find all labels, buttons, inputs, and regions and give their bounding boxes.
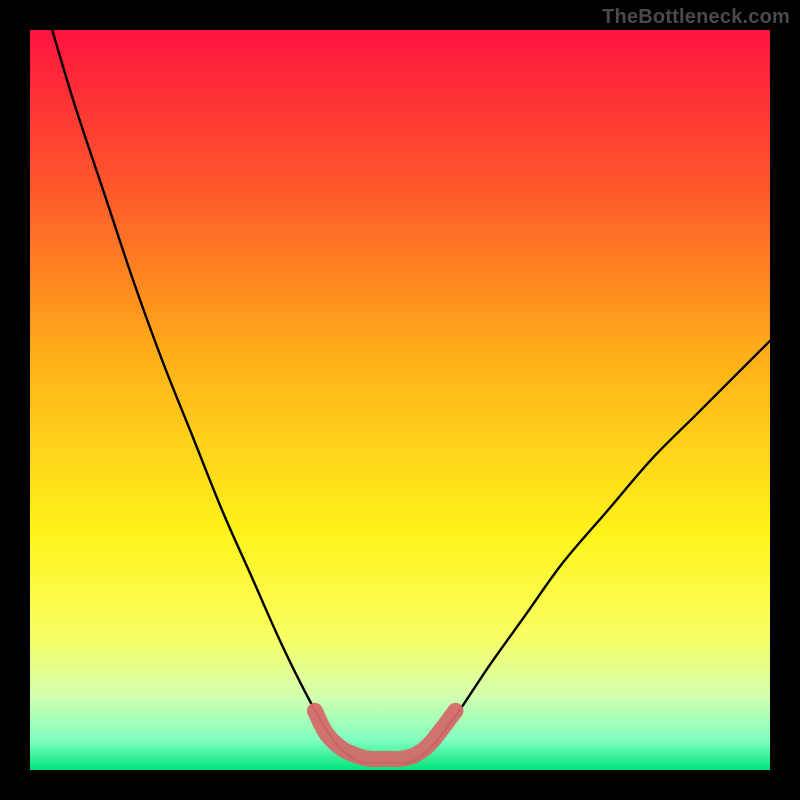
watermark-text: TheBottleneck.com bbox=[602, 6, 790, 29]
chart-svg bbox=[30, 30, 770, 770]
plot-area bbox=[30, 30, 770, 770]
chart-frame: TheBottleneck.com bbox=[0, 0, 800, 800]
